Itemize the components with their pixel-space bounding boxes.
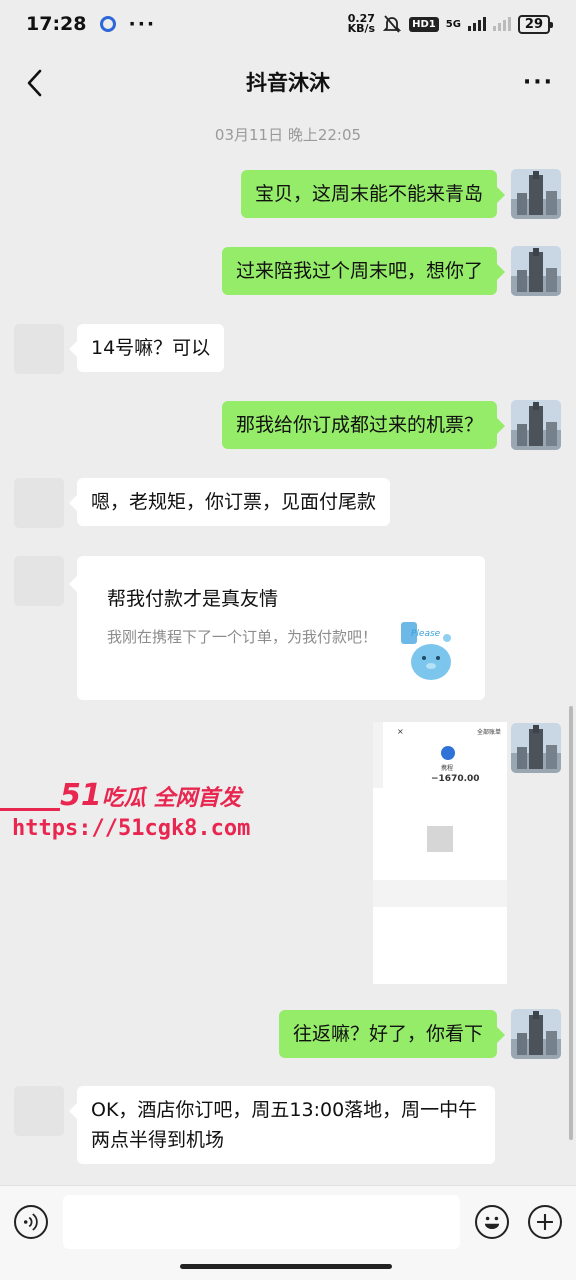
- screenshot-footer: [373, 907, 507, 984]
- avatar-me[interactable]: [511, 1009, 561, 1059]
- watermark-url: https://51cgk8.com: [12, 816, 251, 841]
- qr-placeholder: [427, 826, 453, 852]
- mute-bell-icon: [382, 15, 402, 33]
- chat-header: 抖音沐沐 ···: [0, 48, 576, 116]
- more-icon: ···: [128, 13, 157, 35]
- hd-badge: HD1: [409, 16, 439, 32]
- voice-icon[interactable]: [14, 1205, 48, 1239]
- message-bubble-them[interactable]: 嗯，老规矩，你订票，见面付尾款: [68, 478, 391, 526]
- avatar-them[interactable]: [14, 1086, 64, 1136]
- plus-icon[interactable]: [528, 1205, 562, 1239]
- emoji-icon[interactable]: [475, 1205, 509, 1239]
- avatar-them[interactable]: [14, 324, 64, 374]
- watermark: 51吃瓜 全网首发 https://51cgk8.com: [0, 778, 250, 848]
- net-speed-unit: KB/s: [347, 22, 376, 35]
- signal-2-icon: [492, 17, 511, 31]
- avatar-them[interactable]: [14, 556, 64, 606]
- net-speed: 0.27 KB/s: [347, 13, 376, 35]
- avatar-me[interactable]: [511, 169, 561, 219]
- message-bubble-me[interactable]: 宝贝，这周末能不能来青岛: [240, 170, 506, 218]
- avatar-me[interactable]: [511, 246, 561, 296]
- status-time: 17:28: [26, 13, 87, 35]
- watermark-line: [0, 808, 60, 811]
- chat-title: 抖音沐沐: [246, 71, 330, 95]
- avatar-me[interactable]: [511, 723, 561, 773]
- payment-request-card[interactable]: 帮我付款才是真友情 我刚在携程下了一个订单，为我付款吧！ Please: [69, 556, 485, 700]
- signal-icon: [467, 17, 486, 31]
- message-bubble-me[interactable]: 往返嘛？好了，你看下: [278, 1010, 506, 1058]
- screenshot-tag: 全部账单: [476, 729, 501, 736]
- message-bubble-me[interactable]: 过来陪我过个周末吧，想你了: [221, 247, 506, 295]
- app-dot-icon: [100, 16, 117, 32]
- app-logo-icon: [441, 746, 455, 760]
- network-type: 5G: [445, 18, 461, 30]
- message-bubble-me[interactable]: 那我给你订成都过来的机票？: [221, 401, 506, 449]
- card-description: 我刚在携程下了一个订单，为我付款吧！: [107, 628, 378, 646]
- screenshot-header: × 全部账单 携程 −1670.00: [383, 722, 507, 788]
- message-timestamp: 03月11日 晚上22:05: [214, 126, 362, 144]
- close-icon: ×: [397, 727, 404, 736]
- card-title: 帮我付款才是真友情: [107, 588, 279, 610]
- battery-icon: 29: [517, 14, 554, 34]
- scrollbar[interactable]: [569, 706, 573, 1140]
- message-bubble-them[interactable]: 14号嘛？可以: [68, 324, 225, 372]
- message-bubble-them[interactable]: OK，酒店你订吧，周五13:00落地，周一中午两点半得到机场: [69, 1086, 495, 1164]
- message-input[interactable]: [63, 1195, 460, 1249]
- screenshot-amount: −1670.00: [431, 774, 480, 784]
- home-indicator[interactable]: [180, 1264, 392, 1269]
- sticker-text: Please: [411, 629, 441, 639]
- chevron-left-icon[interactable]: [22, 66, 52, 100]
- seal-sticker-icon: Please: [401, 622, 451, 680]
- watermark-brand: 51吃瓜 全网首发: [60, 778, 242, 813]
- status-bar: 17:28 ··· 0.27 KB/s HD1 5G 29: [0, 0, 576, 48]
- payment-screenshot-image[interactable]: × 全部账单 携程 −1670.00: [373, 722, 507, 984]
- avatar-them[interactable]: [14, 478, 64, 528]
- avatar-me[interactable]: [511, 400, 561, 450]
- screenshot-brand: 携程: [441, 765, 454, 772]
- more-menu-button[interactable]: ···: [523, 70, 554, 95]
